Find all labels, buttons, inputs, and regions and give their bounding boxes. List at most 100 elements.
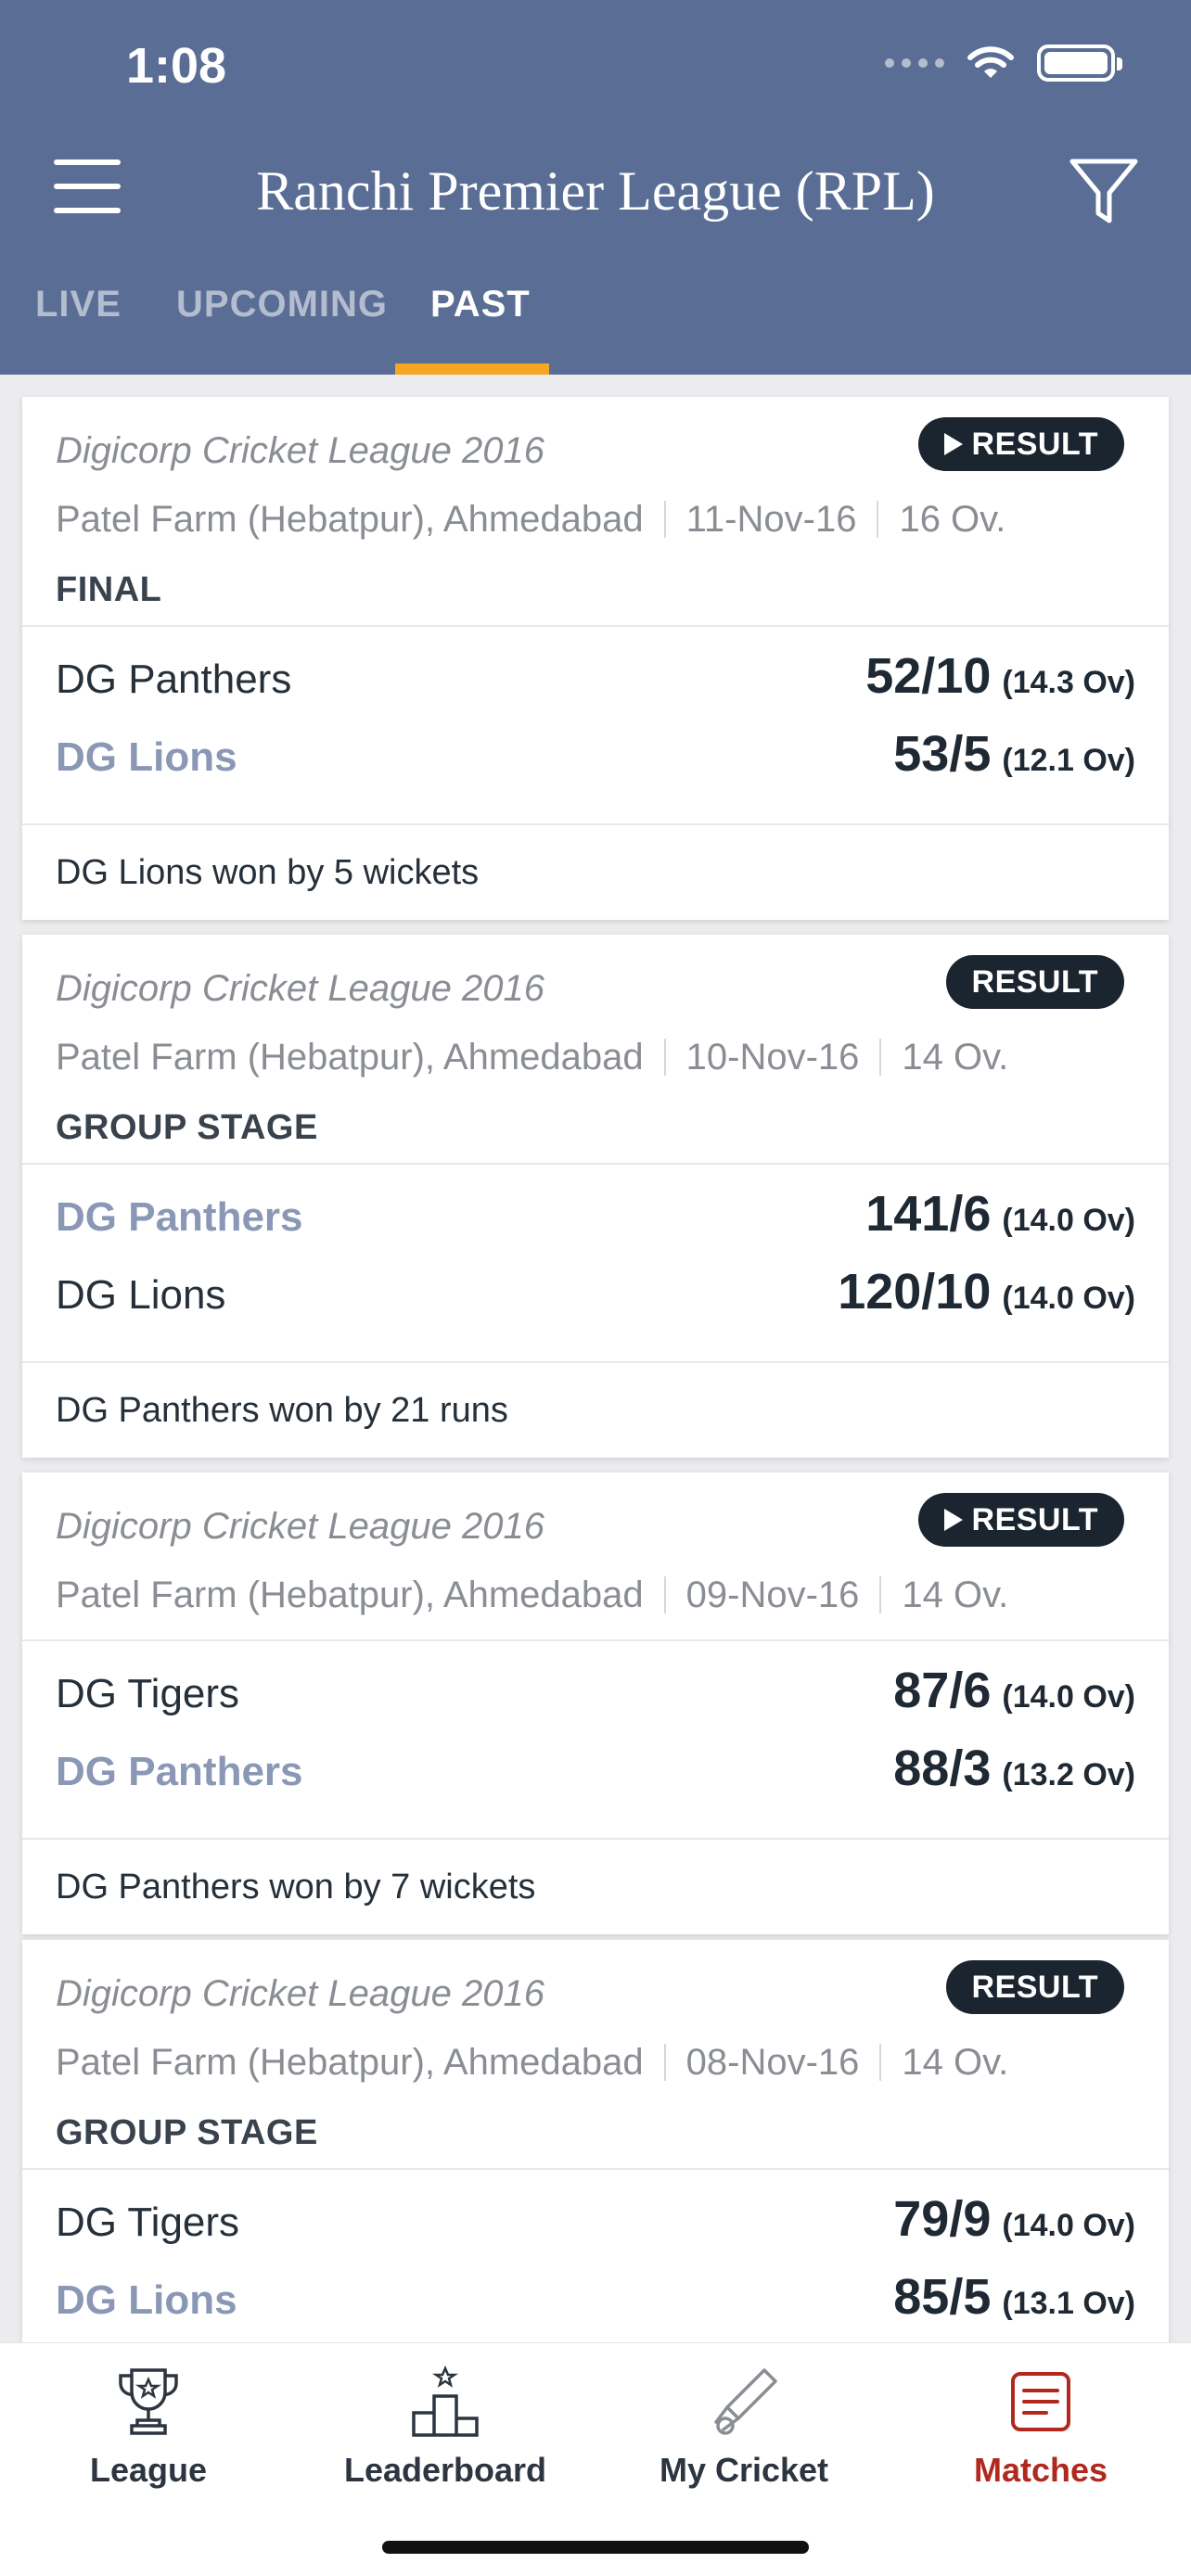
team-overs: (14.3 Ov) [1002,665,1135,700]
match-overs: 14 Ov. [902,2041,1009,2083]
podium-icon [412,2365,479,2437]
match-date: 09-Nov-16 [685,1574,860,1615]
meta-divider [663,1039,666,1076]
team-score: 85/5 [893,2269,992,2325]
team-score: 79/9 [893,2191,992,2247]
meta-divider [879,1039,882,1076]
result-badge[interactable]: RESULT [945,955,1124,1009]
team-overs: (14.0 Ov) [1002,1203,1135,1238]
match-date: 10-Nov-16 [685,1036,860,1078]
team-row: DG Lions 85/5 (13.1 Ov) [56,2268,1135,2342]
match-overs: 14 Ov. [902,1574,1009,1615]
result-badge-label: RESULT [971,1969,1098,2005]
match-stage: GROUP STAGE [56,1108,318,1147]
result-badge[interactable]: RESULT [917,417,1124,471]
team-score: 120/10 [838,1264,992,1320]
match-result: DG Panthers won by 7 wickets [56,1868,536,1906]
app-header: 1:08 Ranchi Premier League (RPL) LIVE UP… [0,0,1191,375]
team-overs: (14.0 Ov) [1002,2208,1135,2243]
tab-past[interactable]: PAST [395,274,549,375]
match-overs: 16 Ov. [899,498,1006,540]
match-card[interactable]: Digicorp Cricket League 2016 RESULT Pate… [22,935,1169,1458]
nav-label: League [89,2451,208,2489]
team-score: 87/6 [893,1663,992,1718]
team-row: DG Tigers 79/9 (14.0 Ov) [56,2190,1135,2268]
team-name: DG Panthers [56,657,292,702]
venue: Patel Farm (Hebatpur), Ahmedabad [56,498,644,540]
match-date: 11-Nov-16 [685,498,857,540]
venue: Patel Farm (Hebatpur), Ahmedabad [56,1574,644,1615]
nav-league[interactable]: League [0,2358,297,2490]
match-date: 08-Nov-16 [685,2041,860,2083]
home-indicator[interactable] [382,2541,809,2554]
team-score: 52/10 [865,648,992,704]
filter-icon[interactable] [1067,154,1141,228]
result-badge[interactable]: RESULT [945,1960,1124,2014]
team-row: DG Lions 120/10 (14.0 Ov) [56,1263,1135,1341]
meta-divider [879,1576,882,1613]
wifi-icon [967,46,1014,78]
team-scores: DG Tigers 79/9 (14.0 Ov) DG Lions 85/5 (13… [22,2170,1169,2342]
cellular-signal-icon [885,58,944,68]
venue: Patel Farm (Hebatpur), Ahmedabad [56,1036,644,1078]
team-scores: DG Panthers 52/10 (14.3 Ov) DG Lions 53/5… [22,627,1169,823]
team-row: DG Panthers 141/6 (14.0 Ov) [56,1185,1135,1263]
nav-label: My Cricket [659,2451,829,2489]
tab-upcoming[interactable]: UPCOMING [176,274,388,325]
team-score: 53/5 [893,726,992,782]
team-name-winner: DG Lions [56,734,237,780]
team-row: DG Tigers 87/6 (14.0 Ov) [56,1662,1135,1740]
match-list[interactable]: Digicorp Cricket League 2016 RESULT Pate… [0,375,1191,2342]
nav-leaderboard[interactable]: Leaderboard [297,2358,594,2490]
match-card[interactable]: Digicorp Cricket League 2016 RESULT Pate… [22,1473,1169,1934]
match-result: DG Panthers won by 21 runs [56,1391,508,1430]
meta-divider [877,501,879,538]
nav-label: Matches [973,2451,1108,2489]
team-name-winner: DG Panthers [56,1194,303,1240]
team-row: DG Lions 53/5 (12.1 Ov) [56,725,1135,803]
team-scores: DG Panthers 141/6 (14.0 Ov) DG Lions 120/… [22,1165,1169,1361]
trophy-icon [119,2368,178,2435]
cricket-bat-icon [714,2368,777,2435]
page-title: Ranchi Premier League (RPL) [256,160,935,222]
team-name-winner: DG Panthers [56,1749,303,1794]
matches-list-icon [1011,2372,1070,2431]
team-overs: (12.1 Ov) [1002,743,1135,778]
match-stage: FINAL [56,570,162,609]
match-overs: 14 Ov. [902,1036,1009,1078]
team-name: DG Lions [56,1272,226,1318]
match-meta: Patel Farm (Hebatpur), Ahmedabad 10-Nov-… [56,1022,1135,1092]
tab-live[interactable]: LIVE [35,274,122,325]
play-icon [943,1509,963,1531]
status-indicators [885,45,1122,82]
team-scores: DG Tigers 87/6 (14.0 Ov) DG Panthers 88/3… [22,1641,1169,1838]
match-meta: Patel Farm (Hebatpur), Ahmedabad 11-Nov-… [56,484,1135,555]
result-badge-label: RESULT [971,963,1098,1000]
result-badge-label: RESULT [971,1501,1098,1537]
nav-label: Leaderboard [343,2451,547,2489]
match-stage: GROUP STAGE [56,2113,318,2152]
match-meta: Patel Farm (Hebatpur), Ahmedabad 08-Nov-… [56,2027,1135,2098]
meta-divider [879,2044,882,2081]
play-icon [943,433,963,455]
match-card[interactable]: Digicorp Cricket League 2016 RESULT Pate… [22,397,1169,920]
team-overs: (14.0 Ov) [1002,1281,1135,1316]
result-badge-label: RESULT [971,426,1098,462]
nav-my-cricket[interactable]: My Cricket [596,2358,892,2490]
meta-divider [663,1576,666,1613]
match-meta: Patel Farm (Hebatpur), Ahmedabad 09-Nov-… [56,1560,1135,1630]
team-name: DG Tigers [56,1671,240,1716]
team-row: DG Panthers 88/3 (13.2 Ov) [56,1740,1135,1817]
team-name-winner: DG Lions [56,2277,237,2323]
team-overs: (13.2 Ov) [1002,1757,1135,1792]
meta-divider [663,2044,666,2081]
team-score: 88/3 [893,1741,992,1796]
result-badge[interactable]: RESULT [917,1493,1124,1547]
nav-matches[interactable]: Matches [892,2358,1189,2490]
team-overs: (14.0 Ov) [1002,1679,1135,1715]
status-time: 1:08 [126,38,227,94]
venue: Patel Farm (Hebatpur), Ahmedabad [56,2041,644,2083]
match-card[interactable]: Digicorp Cricket League 2016 RESULT Pate… [22,1940,1169,2342]
meta-divider [663,501,666,538]
team-row: DG Panthers 52/10 (14.3 Ov) [56,647,1135,725]
